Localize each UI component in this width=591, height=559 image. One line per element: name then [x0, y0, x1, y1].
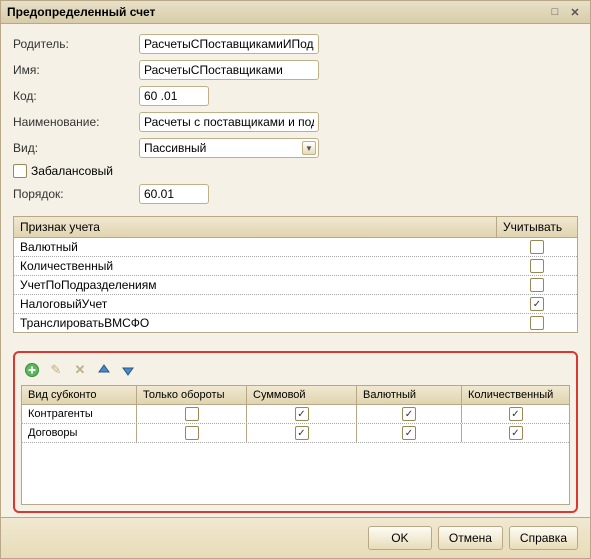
- parent-field[interactable]: [139, 34, 319, 54]
- table-row: Контрагенты: [22, 405, 569, 424]
- sign-label: УчетПоПодразделениям: [14, 276, 497, 294]
- delete-icon[interactable]: ✕: [71, 361, 89, 379]
- chevron-down-icon[interactable]: ▼: [302, 141, 316, 155]
- help-button[interactable]: Справка: [509, 526, 578, 550]
- col-kind-header: Вид субконто: [22, 386, 137, 404]
- qty-checkbox[interactable]: [509, 407, 523, 421]
- parent-label: Родитель:: [13, 37, 133, 51]
- code-label: Код:: [13, 89, 133, 103]
- table-row: Договоры: [22, 424, 569, 443]
- kind-label: Вид:: [13, 141, 133, 155]
- sign-label: НалоговыйУчет: [14, 295, 497, 313]
- order-field[interactable]: [139, 184, 209, 204]
- col-use-header: Учитывать: [497, 217, 577, 237]
- use-checkbox[interactable]: [530, 297, 544, 311]
- table-row: Количественный: [14, 257, 577, 276]
- sum-checkbox[interactable]: [295, 426, 309, 440]
- code-field[interactable]: [139, 86, 209, 106]
- add-icon[interactable]: [23, 361, 41, 379]
- table-row: Валютный: [14, 238, 577, 257]
- qty-checkbox[interactable]: [509, 426, 523, 440]
- sign-label: Количественный: [14, 257, 497, 275]
- move-down-icon[interactable]: [119, 361, 137, 379]
- sign-label: Валютный: [14, 238, 497, 256]
- currency-checkbox[interactable]: [402, 426, 416, 440]
- title-field[interactable]: [139, 112, 319, 132]
- window-title: Предопределенный счет: [7, 5, 544, 19]
- maximize-button[interactable]: □: [546, 4, 564, 20]
- edit-icon[interactable]: ✎: [47, 361, 65, 379]
- name-field[interactable]: [139, 60, 319, 80]
- col-qty-header: Количественный: [462, 386, 569, 404]
- account-sign-table: Признак учета Учитывать Валютный Количес…: [13, 216, 578, 333]
- col-sign-header: Признак учета: [14, 217, 497, 237]
- kind-select[interactable]: [139, 138, 319, 158]
- turnover-checkbox[interactable]: [185, 407, 199, 421]
- ok-button[interactable]: OK: [368, 526, 432, 550]
- sign-label: ТранслироватьВМСФО: [14, 314, 497, 332]
- kind-cell: Контрагенты: [22, 405, 137, 423]
- table-row: УчетПоПодразделениям: [14, 276, 577, 295]
- table-row: ТранслироватьВМСФО: [14, 314, 577, 332]
- turnover-checkbox[interactable]: [185, 426, 199, 440]
- close-button[interactable]: ✕: [566, 4, 584, 20]
- col-turnover-header: Только обороты: [137, 386, 247, 404]
- order-label: Порядок:: [13, 187, 133, 201]
- subkonto-toolbar: ✎ ✕: [21, 359, 570, 385]
- use-checkbox[interactable]: [530, 316, 544, 330]
- offbalance-label: Забалансовый: [31, 164, 113, 178]
- col-currency-header: Валютный: [357, 386, 462, 404]
- name-label: Имя:: [13, 63, 133, 77]
- col-sum-header: Суммовой: [247, 386, 357, 404]
- subkonto-table: Вид субконто Только обороты Суммовой Вал…: [21, 385, 570, 505]
- footer: OK Отмена Справка: [1, 517, 590, 558]
- table-row: НалоговыйУчет: [14, 295, 577, 314]
- offbalance-checkbox[interactable]: [13, 164, 27, 178]
- kind-cell: Договоры: [22, 424, 137, 442]
- use-checkbox[interactable]: [530, 278, 544, 292]
- cancel-button[interactable]: Отмена: [438, 526, 503, 550]
- currency-checkbox[interactable]: [402, 407, 416, 421]
- title-label: Наименование:: [13, 115, 133, 129]
- titlebar: Предопределенный счет □ ✕: [1, 1, 590, 24]
- move-up-icon[interactable]: [95, 361, 113, 379]
- use-checkbox[interactable]: [530, 240, 544, 254]
- use-checkbox[interactable]: [530, 259, 544, 273]
- subkonto-panel: ✎ ✕ Вид субконто Только обороты Суммовой…: [13, 351, 578, 513]
- sum-checkbox[interactable]: [295, 407, 309, 421]
